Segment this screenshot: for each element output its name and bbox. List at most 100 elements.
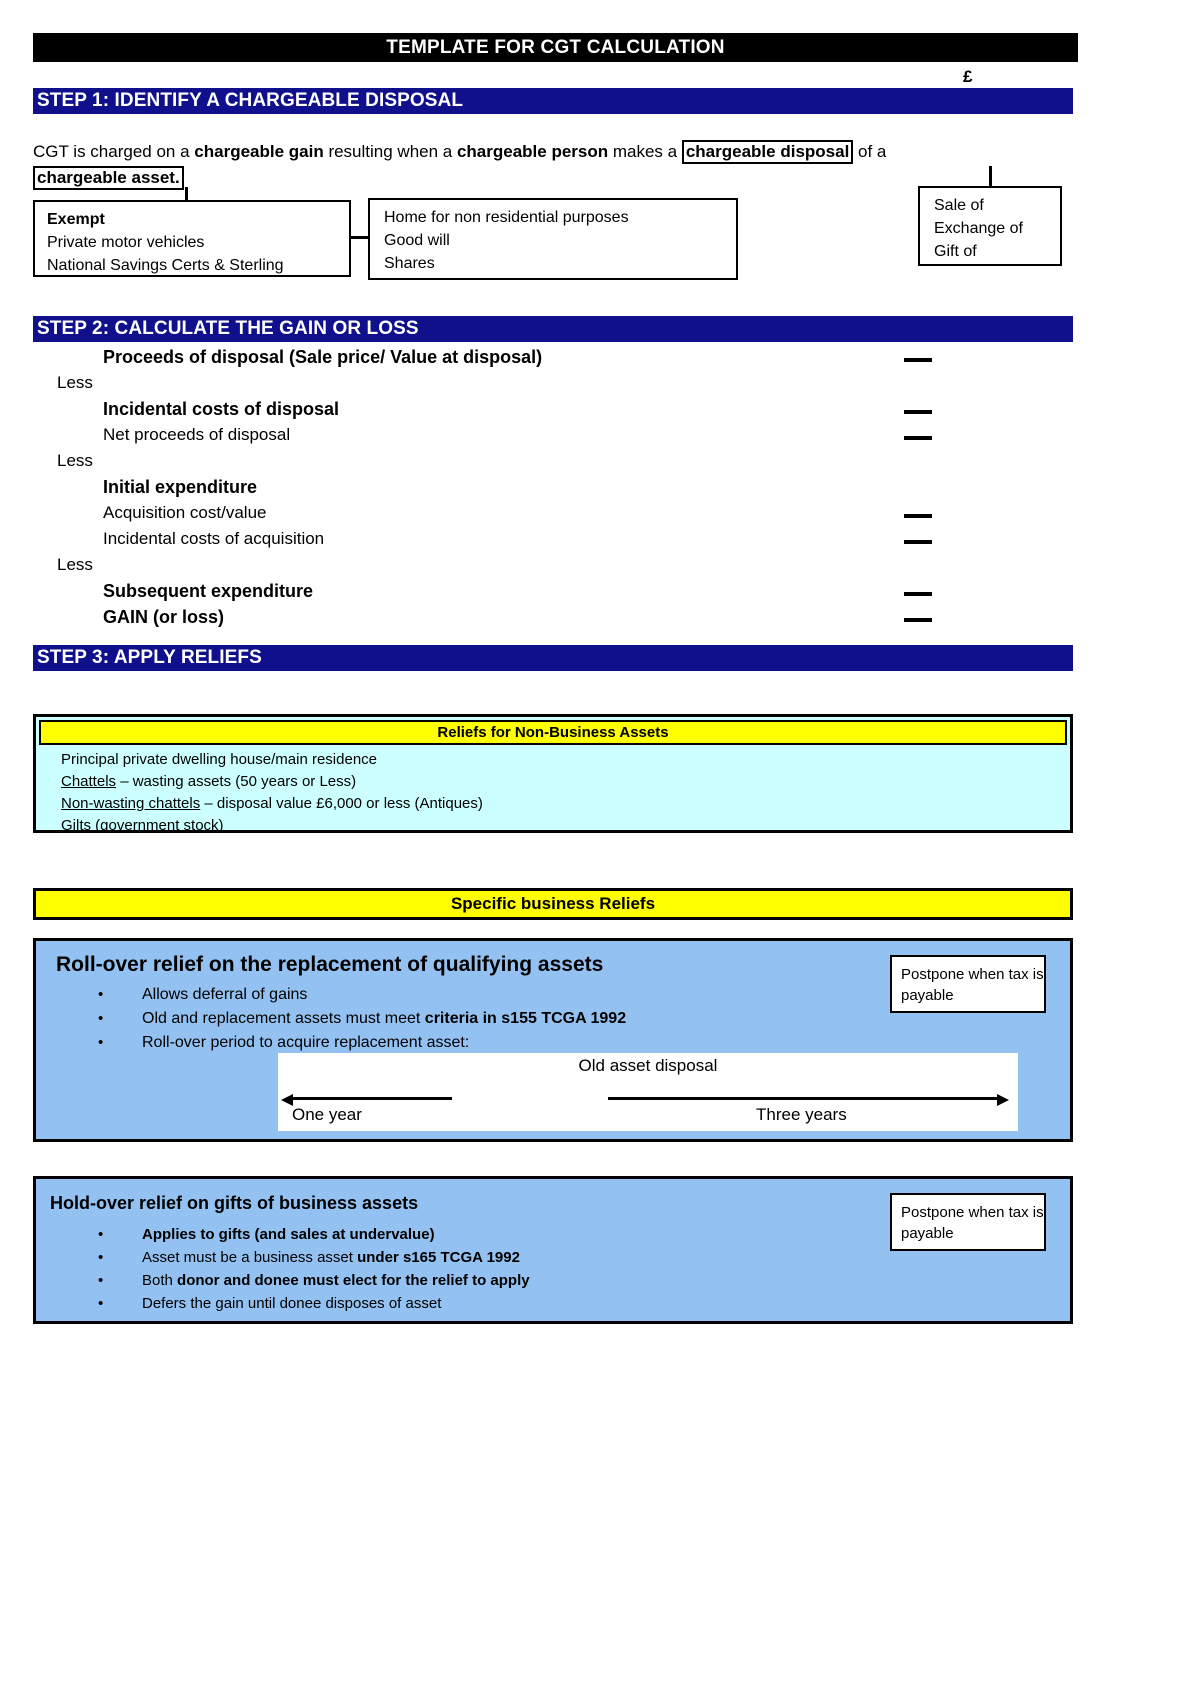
calc-amount-rule <box>904 358 980 362</box>
non-business-relief-item: Principal private dwelling house/main re… <box>61 749 1067 771</box>
non-business-reliefs-list: Principal private dwelling house/main re… <box>39 745 1067 837</box>
disposal-type-1: Exchange of <box>934 220 1023 237</box>
relief-item-text: – disposal value £6,000 or less (Antique… <box>200 795 483 812</box>
relief-item-text: Gilts (government stock) <box>61 817 224 834</box>
holdover-bullet-item: Both donor and donee must elect for the … <box>98 1269 530 1292</box>
intro-text-1: CGT is charged on a <box>33 142 195 161</box>
exempt-assets-box: Exempt Private motor vehicles National S… <box>33 200 351 277</box>
calc-item-label: GAIN (or loss) <box>103 607 225 627</box>
calc-item-label: Incidental costs of acquisition <box>103 529 325 548</box>
intro-text-2: resulting when a <box>323 142 457 161</box>
bullet-text-emphasis: under s165 TCGA 1992 <box>357 1249 520 1266</box>
calc-less-label: Less <box>57 555 93 574</box>
exempt-heading: Exempt <box>47 211 105 228</box>
calc-row: Less <box>33 552 1073 578</box>
intro-text-4: of a <box>853 142 887 161</box>
calc-row: GAIN (or loss) <box>33 604 1073 630</box>
step-1-intro-paragraph: CGT is charged on a chargeable gain resu… <box>33 139 1073 191</box>
document-title: TEMPLATE FOR CGT CALCULATION <box>33 33 1078 62</box>
non-business-relief-item: Chattels – wasting assets (50 years or L… <box>61 771 1067 793</box>
chargeable-asset-item-2: Shares <box>384 255 435 272</box>
bullet-text: Asset must be a business asset <box>142 1249 358 1266</box>
rollover-bullet-item: Roll-over period to acquire replacement … <box>98 1031 626 1055</box>
bullet-text: Roll-over period to acquire replacement … <box>142 1034 470 1051</box>
rollover-bullet-item: Old and replacement assets must meet cri… <box>98 1007 626 1031</box>
step-1-heading: STEP 1: IDENTIFY A CHARGEABLE DISPOSAL <box>33 88 1073 114</box>
relief-item-text: – wasting assets (50 years or Less) <box>116 773 357 790</box>
holdover-relief-title: Hold-over relief on gifts of business as… <box>50 1193 419 1213</box>
calc-amount-rule <box>904 410 980 414</box>
calc-row: Less <box>33 370 1073 396</box>
calc-amount-rule <box>904 514 980 518</box>
holdover-bullet-item: Asset must be a business asset under s16… <box>98 1246 530 1269</box>
rollover-relief-panel: Roll-over relief on the replacement of q… <box>33 938 1073 1142</box>
calc-amount-rule <box>904 436 980 440</box>
bullet-text: Old and replacement assets must meet <box>142 1010 425 1027</box>
calc-row: Less <box>33 448 1073 474</box>
exempt-item-0: Private motor vehicles <box>47 234 205 251</box>
currency-symbol: £ <box>963 67 973 86</box>
calc-less-label: Less <box>57 373 93 392</box>
bullet-text: Both <box>142 1272 178 1289</box>
calc-row: Net proceeds of disposal <box>33 422 1073 448</box>
holdover-bullet-item: Applies to gifts (and sales at undervalu… <box>98 1223 530 1246</box>
connector-disposal-vertical <box>989 166 992 186</box>
intro-bold-chargeable-person: chargeable person <box>456 142 609 161</box>
calc-row: Initial expenditure <box>33 474 1073 500</box>
bullet-text-emphasis: Applies to gifts (and sales at undervalu… <box>142 1226 435 1243</box>
non-business-reliefs-title: Reliefs for Non-Business Assets <box>39 720 1067 745</box>
calc-less-label: Less <box>57 451 93 470</box>
rollover-relief-bullets: Allows deferral of gains Old and replacem… <box>98 983 626 1055</box>
relief-item-text: Principal private dwelling house/main re… <box>61 751 378 768</box>
exempt-item-1: National Savings Certs & Sterling <box>47 257 284 274</box>
bullet-text: Allows deferral of gains <box>142 986 308 1003</box>
timeline-right-label: Three years <box>756 1105 847 1124</box>
chargeable-asset-item-0: Home for non residential purposes <box>384 209 629 226</box>
bullet-text-emphasis: donor and donee must elect for the relie… <box>177 1272 530 1289</box>
rollover-relief-title: Roll-over relief on the replacement of q… <box>56 953 604 976</box>
intro-bold-chargeable-gain: chargeable gain <box>194 142 324 161</box>
calc-item-label: Subsequent expenditure <box>103 581 314 601</box>
boxed-chargeable-disposal: chargeable disposal <box>681 140 854 164</box>
calc-row: Proceeds of disposal (Sale price/ Value … <box>33 344 1073 370</box>
calc-row: Acquisition cost/value <box>33 500 1073 526</box>
holdover-bullet-item: Defers the gain until donee disposes of … <box>98 1292 530 1315</box>
connector-asset-vertical <box>185 187 188 200</box>
calc-row: Subsequent expenditure <box>33 578 1073 604</box>
calc-item-label: Initial expenditure <box>103 477 258 497</box>
disposal-type-2: Gift of <box>934 243 977 260</box>
bullet-text: Defers the gain until donee disposes of … <box>142 1295 442 1312</box>
cgt-template-page: TEMPLATE FOR CGT CALCULATION £ STEP 1: I… <box>0 0 1200 1698</box>
calc-item-label: Acquisition cost/value <box>103 503 267 522</box>
holdover-relief-bullets: Applies to gifts (and sales at undervalu… <box>98 1223 530 1315</box>
holdover-postpone-note: Postpone when tax is payable <box>890 1193 1046 1251</box>
bullet-text-emphasis: criteria in s155 TCGA 1992 <box>424 1010 627 1027</box>
relief-term-underlined: Non-wasting chattels <box>61 795 201 812</box>
chargeable-assets-box: Home for non residential purposes Good w… <box>368 198 738 280</box>
relief-term-underlined: Chattels <box>61 773 117 790</box>
step-2-heading: STEP 2: CALCULATE THE GAIN OR LOSS <box>33 316 1073 342</box>
calc-amount-rule <box>904 540 980 544</box>
non-business-relief-item: Non-wasting chattels – disposal value £6… <box>61 793 1067 815</box>
specific-business-reliefs-bar: Specific business Reliefs <box>33 888 1073 920</box>
gain-loss-calculation-list: Proceeds of disposal (Sale price/ Value … <box>33 344 1073 630</box>
calc-item-label: Incidental costs of disposal <box>103 399 340 419</box>
intro-text-3: makes a <box>608 142 682 161</box>
step-3-heading: STEP 3: APPLY RELIEFS <box>33 645 1073 671</box>
rollover-bullet-item: Allows deferral of gains <box>98 983 626 1007</box>
calc-item-label: Proceeds of disposal (Sale price/ Value … <box>103 347 543 367</box>
calc-amount-rule <box>904 618 980 622</box>
timeline-right-arrow-icon <box>608 1094 1009 1106</box>
timeline-title: Old asset disposal <box>578 1056 718 1075</box>
rollover-timeline: Old asset disposal One year Three years <box>278 1053 1018 1131</box>
chargeable-asset-item-1: Good will <box>384 232 450 249</box>
holdover-relief-panel: Hold-over relief on gifts of business as… <box>33 1176 1073 1324</box>
calc-row: Incidental costs of acquisition <box>33 526 1073 552</box>
disposal-type-0: Sale of <box>934 197 984 214</box>
boxed-chargeable-asset: chargeable asset. <box>33 166 184 190</box>
calc-row: Incidental costs of disposal <box>33 396 1073 422</box>
calc-item-label: Net proceeds of disposal <box>103 425 291 444</box>
connector-exempt-home <box>351 236 368 239</box>
calc-amount-rule <box>904 592 980 596</box>
timeline-left-arrow-icon <box>281 1094 452 1106</box>
